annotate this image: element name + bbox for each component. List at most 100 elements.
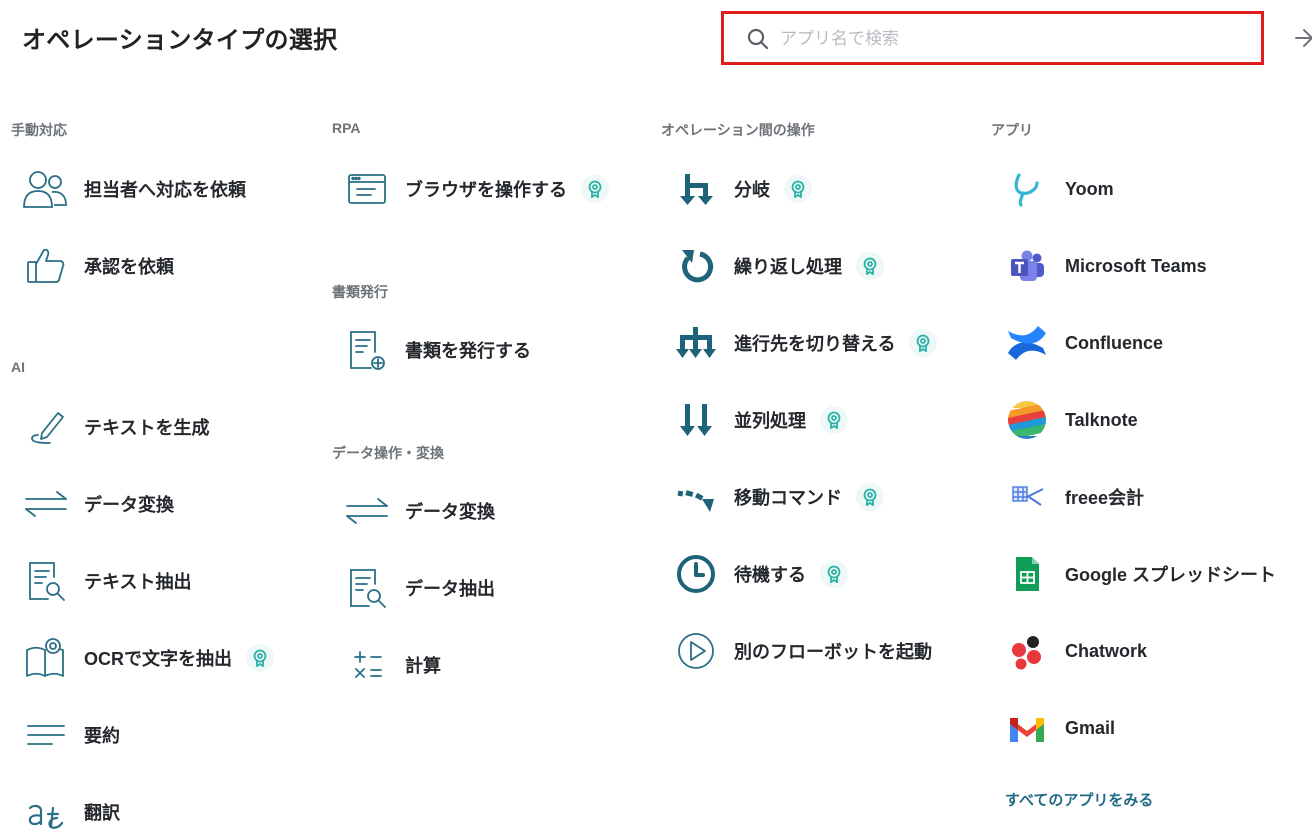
sheets-logo-icon	[1003, 550, 1051, 598]
move-arrow-icon	[672, 473, 720, 521]
book-badge-icon	[22, 634, 70, 682]
section-label-rpa: RPA	[332, 120, 361, 136]
loop-icon	[672, 242, 720, 290]
freee-logo-icon	[1003, 473, 1051, 521]
search-input[interactable]	[778, 22, 1242, 56]
op-item-label: テキストを生成	[84, 418, 210, 438]
section-label-data-ops: データ操作・変換	[332, 445, 444, 461]
branch-icon	[672, 165, 720, 213]
op-item-label: 翻訳	[84, 803, 120, 823]
op-item-parallel[interactable]: 並列処理	[672, 392, 848, 448]
page-title: オペレーションタイプの選択	[22, 27, 338, 54]
premium-badge-icon	[820, 560, 848, 588]
op-item-label: 繰り返し処理	[734, 257, 842, 277]
app-item-talknote[interactable]: Talknote	[1003, 392, 1138, 448]
section-label-flow: オペレーション間の操作	[661, 122, 815, 138]
op-item-label: 移動コマンド	[734, 488, 842, 508]
app-item-label: Confluence	[1065, 332, 1164, 353]
op-item-ai-data-convert[interactable]: データ変換	[22, 476, 174, 532]
app-item-label: Chatwork	[1065, 640, 1148, 661]
op-item-ocr[interactable]: OCRで文字を抽出	[22, 630, 274, 686]
switch-path-icon	[672, 319, 720, 367]
clock-icon	[672, 550, 720, 598]
op-item-data-convert[interactable]: データ変換	[343, 483, 495, 539]
teams-logo-icon	[1003, 242, 1051, 290]
op-item-request-assignee[interactable]: 担当者へ対応を依頼	[22, 161, 246, 217]
search-icon	[747, 28, 769, 50]
app-item-chatwork[interactable]: Chatwork	[1003, 623, 1147, 679]
play-circle-icon	[672, 627, 720, 675]
op-item-label: 進行先を切り替える	[734, 334, 896, 354]
op-item-data-extract[interactable]: データ抽出	[343, 560, 495, 616]
op-item-switch-destination[interactable]: 進行先を切り替える	[672, 315, 938, 371]
app-item-label: Google スプレッドシート	[1065, 565, 1276, 585]
op-item-issue-document[interactable]: 書類を発行する	[343, 322, 531, 378]
parallel-arrows-icon	[672, 396, 720, 444]
op-item-request-approval[interactable]: 承認を依頼	[22, 238, 174, 294]
premium-badge-icon	[856, 252, 884, 280]
people-icon	[22, 165, 70, 213]
op-item-calculate[interactable]: 計算	[343, 637, 441, 693]
search-box[interactable]	[721, 11, 1264, 65]
op-item-label: テキスト抽出	[84, 572, 192, 592]
op-item-branch[interactable]: 分岐	[672, 161, 812, 217]
arrows-exchange-icon	[22, 480, 70, 528]
op-item-label: データ変換	[405, 502, 495, 522]
lines-icon	[22, 711, 70, 759]
section-label-ai: AI	[11, 359, 25, 375]
op-item-move-command[interactable]: 移動コマンド	[672, 469, 884, 525]
premium-badge-icon	[909, 329, 938, 357]
op-item-label: ブラウザを操作する	[405, 180, 567, 200]
op-item-label: 待機する	[734, 565, 806, 585]
op-item-label: データ変換	[84, 495, 174, 515]
op-item-label: OCRで文字を抽出	[84, 649, 232, 669]
browser-window-icon	[343, 165, 391, 213]
app-item-freee[interactable]: freee会計	[1003, 469, 1144, 525]
thumbs-up-icon	[22, 242, 70, 290]
premium-badge-icon	[246, 644, 274, 672]
premium-badge-icon	[856, 483, 884, 511]
pen-icon	[22, 403, 70, 451]
document-add-icon	[343, 326, 391, 374]
op-item-label: 並列処理	[734, 411, 806, 431]
op-item-label: 担当者へ対応を依頼	[84, 180, 246, 200]
op-item-loop[interactable]: 繰り返し処理	[672, 238, 884, 294]
yoom-logo-icon	[1003, 165, 1051, 213]
section-label-apps: アプリ	[991, 122, 1033, 138]
op-item-label: データ抽出	[405, 579, 495, 599]
op-item-label: 書類を発行する	[405, 341, 531, 361]
op-item-browser[interactable]: ブラウザを操作する	[343, 161, 609, 217]
app-item-teams[interactable]: Microsoft Teams	[1003, 238, 1207, 294]
op-item-summarize[interactable]: 要約	[22, 707, 120, 763]
premium-badge-icon	[784, 175, 812, 203]
app-item-label: freee会計	[1065, 488, 1145, 508]
op-item-label: 分岐	[734, 180, 770, 200]
chatwork-logo-icon	[1003, 627, 1051, 675]
gmail-logo-icon	[1003, 704, 1051, 752]
op-item-generate-text[interactable]: テキストを生成	[22, 399, 209, 455]
talknote-logo-icon	[1003, 396, 1051, 444]
app-item-google-sheets[interactable]: Google スプレッドシート	[1003, 546, 1276, 602]
app-item-confluence[interactable]: Confluence	[1003, 315, 1163, 371]
confluence-logo-icon	[1003, 319, 1051, 367]
op-item-label: 要約	[84, 726, 120, 746]
document-search-icon	[343, 564, 391, 612]
document-search-icon	[22, 557, 70, 605]
app-item-yoom[interactable]: Yoom	[1003, 161, 1114, 217]
see-all-apps-link[interactable]: すべてのアプリをみる	[1005, 789, 1153, 810]
op-item-label: 別のフローボットを起動	[734, 642, 932, 662]
premium-badge-icon	[820, 406, 848, 434]
app-item-label: Microsoft Teams	[1065, 255, 1207, 276]
op-item-extract-text[interactable]: テキスト抽出	[22, 553, 191, 609]
app-item-label: Talknote	[1065, 409, 1138, 430]
arrow-right-icon[interactable]	[1294, 26, 1312, 50]
op-item-wait[interactable]: 待機する	[672, 546, 848, 602]
op-item-launch-flowbot[interactable]: 別のフローボットを起動	[672, 623, 932, 679]
app-item-gmail[interactable]: Gmail	[1003, 700, 1115, 756]
arrows-exchange-icon	[343, 487, 391, 535]
section-label-documents: 書類発行	[332, 284, 388, 300]
op-item-label: 計算	[405, 656, 441, 676]
section-label-manual: 手動対応	[11, 122, 67, 138]
op-item-label: 承認を依頼	[84, 257, 174, 277]
app-item-label: Yoom	[1065, 178, 1114, 199]
